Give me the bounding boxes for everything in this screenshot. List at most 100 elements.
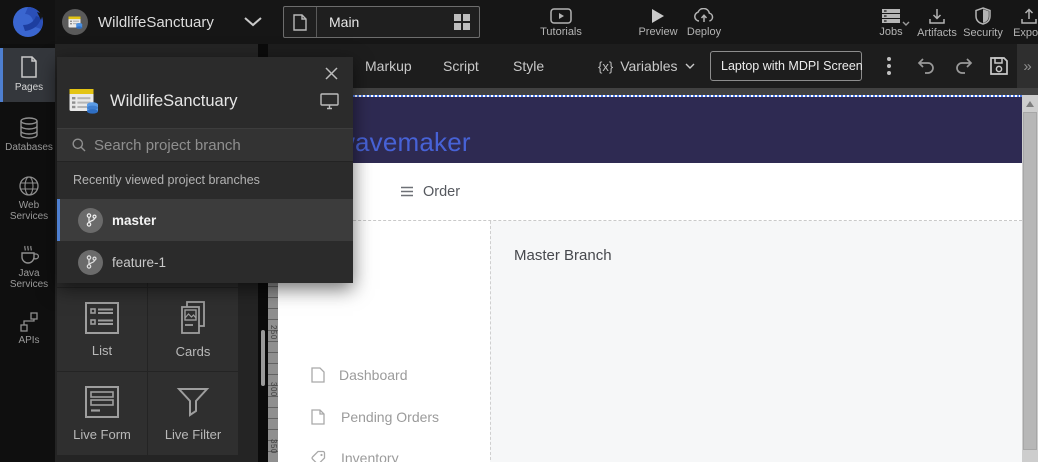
save-button[interactable]: [986, 54, 1012, 78]
canvas-menubar: Order: [278, 163, 1022, 220]
page-selector[interactable]: Main: [283, 6, 480, 38]
deploy-label: Deploy: [687, 26, 721, 38]
widget-label: Live Form: [73, 427, 131, 442]
project-notes-icon: [68, 16, 83, 29]
list-widget-icon: [85, 302, 119, 334]
ruler-mark: 250: [269, 325, 278, 340]
export-label: Export: [1013, 27, 1038, 39]
canvas-content-text: Master Branch: [514, 247, 612, 264]
security-label: Security: [963, 27, 1003, 39]
popup-project-title: WildlifeSanctuary: [110, 92, 237, 111]
ruler-mark: 350: [269, 439, 278, 454]
dashboard-icon: [311, 367, 325, 383]
canvas-nav-label: Pending Orders: [341, 409, 439, 425]
cards-widget-icon: [177, 301, 209, 335]
canvas-brand-text[interactable]: wavemaker: [336, 127, 471, 158]
redo-icon: [954, 57, 974, 75]
collapse-panel-button[interactable]: »: [1017, 44, 1038, 88]
tab-script[interactable]: Script: [443, 44, 479, 88]
project-notes-icon: [69, 88, 99, 115]
variables-icon: {x}: [598, 59, 613, 74]
tutorials-icon: [550, 8, 572, 24]
project-name: WildlifeSanctuary: [98, 14, 214, 31]
jobs-chevron-icon: [902, 21, 910, 26]
jobs-button[interactable]: Jobs: [868, 4, 914, 42]
export-button[interactable]: Export: [1006, 4, 1038, 42]
widget-label: Live Filter: [165, 427, 221, 442]
recent-branches-label: Recently viewed project branches: [73, 173, 260, 187]
document-icon: [311, 409, 325, 425]
tag-icon: [311, 450, 327, 462]
canvas-app-header[interactable]: wavemaker: [278, 97, 1022, 163]
more-options-kebab[interactable]: [880, 54, 898, 78]
search-icon: [72, 138, 86, 152]
canvas-body: Dashboard Pending Orders Inventory Suppo…: [278, 220, 1022, 462]
api-icon: [19, 312, 39, 332]
device-selector-value: Laptop with MDPI Screen: [721, 59, 863, 73]
deploy-icon: [693, 8, 715, 24]
scroll-up-arrow-icon[interactable]: [1026, 101, 1034, 107]
widget-tile-live-form[interactable]: Live Form: [57, 372, 147, 455]
design-canvas[interactable]: wavemaker Order Dashboard Pending Orders: [278, 95, 1022, 462]
wavemaker-logo-icon: [11, 5, 45, 39]
current-page-name: Main: [317, 14, 445, 30]
redo-button[interactable]: [951, 54, 977, 78]
globe-icon: [18, 175, 40, 197]
canvas-nav-label: Dashboard: [339, 367, 408, 383]
widget-tile-list[interactable]: List: [57, 288, 147, 371]
project-switcher[interactable]: WildlifeSanctuary: [62, 0, 262, 44]
artifacts-button[interactable]: Artifacts: [914, 4, 960, 42]
canvas-nav-pending-orders[interactable]: Pending Orders: [278, 407, 490, 427]
widget-label: List: [92, 343, 112, 358]
project-branch-popup: WildlifeSanctuary Recently viewed projec…: [57, 57, 353, 283]
canvas-menu-order[interactable]: Order: [400, 184, 460, 200]
left-rail: Pages Databases Web Services Java Servic…: [0, 44, 55, 462]
database-icon: [18, 117, 40, 139]
canvas-scrollbar-thumb[interactable]: [1023, 112, 1037, 450]
widget-tile-live-filter[interactable]: Live Filter: [148, 372, 238, 455]
canvas-scrollbar[interactable]: [1022, 95, 1038, 462]
tutorials-button[interactable]: Tutorials: [533, 4, 589, 42]
double-chevron-icon: »: [1023, 58, 1031, 75]
preview-button[interactable]: Preview: [634, 4, 682, 42]
sidebar-item-java-services[interactable]: Java Services: [0, 237, 55, 299]
sidebar-item-web-services[interactable]: Web Services: [0, 168, 55, 231]
sidebar-item-label: APIs: [18, 335, 39, 347]
monitor-icon[interactable]: [320, 93, 339, 110]
deploy-button[interactable]: Deploy: [680, 4, 728, 42]
sidebar-item-pages[interactable]: Pages: [0, 48, 55, 102]
widget-tile-cards[interactable]: Cards: [148, 288, 238, 371]
canvas-nav-inventory[interactable]: Inventory: [278, 448, 490, 462]
palette-scrollbar-thumb[interactable]: [261, 330, 265, 386]
branch-search-input[interactable]: [94, 137, 339, 154]
canvas-nav-dashboard[interactable]: Dashboard: [278, 365, 490, 385]
jobs-icon: [881, 8, 901, 24]
chevron-down-icon: [685, 63, 695, 69]
artifacts-label: Artifacts: [917, 27, 957, 39]
variables-label: Variables: [620, 58, 677, 74]
security-button[interactable]: Security: [960, 4, 1006, 42]
tab-markup[interactable]: Markup: [365, 44, 412, 88]
sidebar-item-apis[interactable]: APIs: [0, 305, 55, 355]
popup-header: WildlifeSanctuary: [57, 77, 353, 125]
undo-button[interactable]: [913, 54, 939, 78]
wavemaker-logo[interactable]: [0, 0, 55, 44]
wavemaker-studio-window: WildlifeSanctuary Main Tutorials Preview…: [0, 0, 1038, 462]
artifacts-icon: [928, 8, 946, 25]
sidebar-item-label: Pages: [15, 82, 43, 94]
canvas-content[interactable]: Master Branch: [490, 221, 1022, 462]
branch-item-feature-1[interactable]: feature-1: [57, 241, 353, 283]
pages-grid-icon[interactable]: [445, 14, 479, 30]
live-form-widget-icon: [85, 386, 119, 418]
chevron-down-icon[interactable]: [244, 17, 262, 27]
device-selector[interactable]: Laptop with MDPI Screen: [710, 51, 862, 81]
preview-icon: [651, 8, 665, 24]
sidebar-item-databases[interactable]: Databases: [0, 110, 55, 162]
widget-label: Cards: [176, 344, 211, 359]
undo-icon: [916, 57, 936, 75]
tab-style[interactable]: Style: [513, 44, 544, 88]
branch-name: master: [112, 213, 156, 228]
variables-menu[interactable]: {x} Variables: [598, 44, 695, 88]
branch-item-master[interactable]: master: [57, 199, 353, 241]
branch-search[interactable]: [57, 128, 353, 162]
